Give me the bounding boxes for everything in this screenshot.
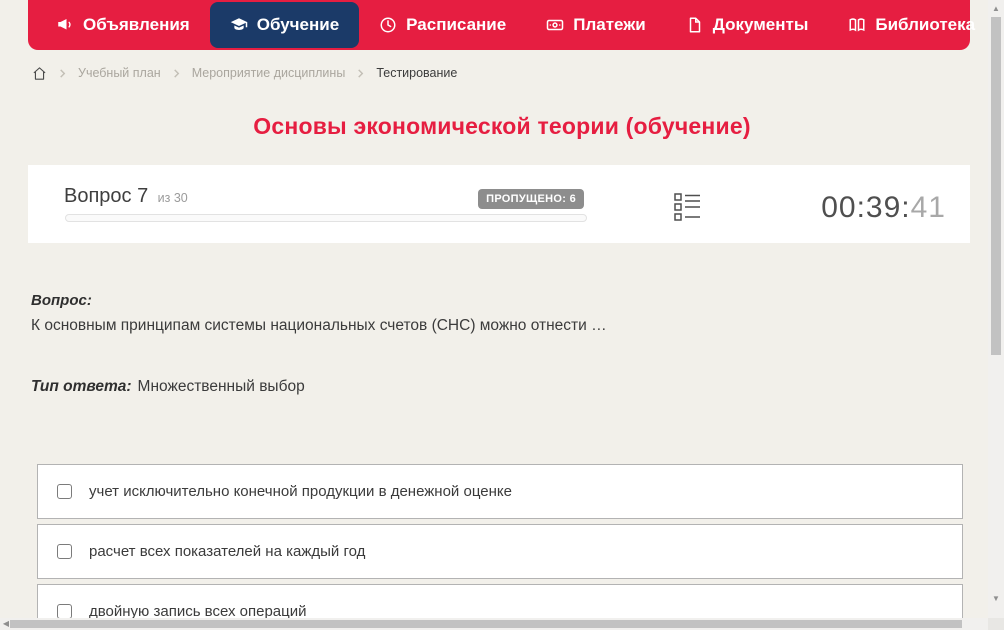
home-icon[interactable]: [32, 66, 47, 81]
document-icon: [686, 16, 704, 34]
answer-type-row: Тип ответа: Множественный выбор: [31, 378, 305, 396]
megaphone-icon: [56, 16, 74, 34]
answer-type-value: Множественный выбор: [137, 378, 305, 395]
page-title: Основы экономической теории (обучение): [253, 113, 751, 139]
breadcrumb: Учебный план Мероприятие дисциплины Тест…: [32, 62, 457, 84]
nav-item-payments[interactable]: Платежи: [526, 2, 666, 48]
nav-label: Документы: [712, 15, 809, 34]
scroll-up-arrow-icon[interactable]: ▲: [988, 2, 1004, 16]
banknote-icon: [546, 16, 564, 34]
chevron-right-icon: [356, 68, 365, 78]
timer-seconds: 41: [910, 191, 946, 224]
main-navbar: Объявления Обучение Расписание Платежи Д…: [28, 0, 1002, 50]
chevron-right-icon: [58, 68, 67, 78]
answer-option[interactable]: учет исключительно конечной продукции в …: [37, 464, 963, 519]
nav-label: Обучение: [256, 15, 340, 34]
breadcrumb-item-testing: Тестирование: [376, 66, 458, 80]
countdown-timer: 00:39:41: [821, 191, 946, 225]
option-checkbox[interactable]: [57, 544, 72, 559]
option-checkbox[interactable]: [57, 603, 72, 619]
nav-item-documents[interactable]: Документы: [666, 2, 829, 48]
nav-label: Платежи: [573, 15, 646, 34]
option-checkbox[interactable]: [57, 484, 72, 499]
graduation-cap-icon: [230, 16, 248, 34]
option-label: учет исключительно конечной продукции в …: [89, 483, 512, 500]
nav-label: Объявления: [83, 15, 190, 34]
question-label: Вопрос:: [31, 292, 92, 309]
book-icon: [848, 16, 866, 34]
clock-icon: [379, 16, 397, 34]
question-counter: Вопрос 7 из 30: [64, 185, 188, 208]
option-label: двойную запись всех операций: [89, 602, 307, 620]
breadcrumb-item-discipline-event[interactable]: Мероприятие дисциплины: [192, 66, 346, 80]
question-list-icon[interactable]: [674, 192, 701, 221]
question-text: К основным принципам системы национальны…: [31, 317, 607, 334]
quiz-page: Объявления Обучение Расписание Платежи Д…: [0, 0, 1004, 630]
horizontal-scrollbar[interactable]: ◀ ▶: [0, 618, 1004, 630]
nav-label: Библиотека: [875, 15, 976, 34]
vertical-scrollbar-thumb[interactable]: [991, 17, 1001, 355]
question-number: Вопрос 7: [64, 185, 149, 207]
horizontal-scrollbar-thumb[interactable]: [10, 620, 962, 628]
nav-item-schedule[interactable]: Расписание: [359, 2, 526, 48]
vertical-scrollbar[interactable]: ▲ ▼: [988, 0, 1004, 618]
chevron-right-icon: [172, 68, 181, 78]
scroll-down-arrow-icon[interactable]: ▼: [988, 592, 1004, 606]
answer-type-label: Тип ответа:: [31, 378, 132, 395]
quiz-progress-bar: [65, 214, 587, 222]
option-label: расчет всех показателей на каждый год: [89, 543, 366, 560]
timer-hours-minutes: 00:39:: [821, 191, 911, 224]
skipped-badge: ПРОПУЩЕНО: 6: [478, 189, 584, 209]
nav-item-learning[interactable]: Обучение: [209, 2, 360, 48]
question-total: из 30: [157, 191, 188, 205]
quiz-header-card: Вопрос 7 из 30 ПРОПУЩЕНО: 6 00:39:41: [28, 165, 970, 243]
nav-label: Расписание: [406, 15, 507, 34]
nav-item-library[interactable]: Библиотека: [828, 2, 1004, 48]
breadcrumb-item-curriculum[interactable]: Учебный план: [78, 66, 161, 80]
scrollbar-corner: [988, 618, 1004, 630]
answer-option[interactable]: расчет всех показателей на каждый год: [37, 524, 963, 579]
nav-item-announcements[interactable]: Объявления: [36, 2, 210, 48]
